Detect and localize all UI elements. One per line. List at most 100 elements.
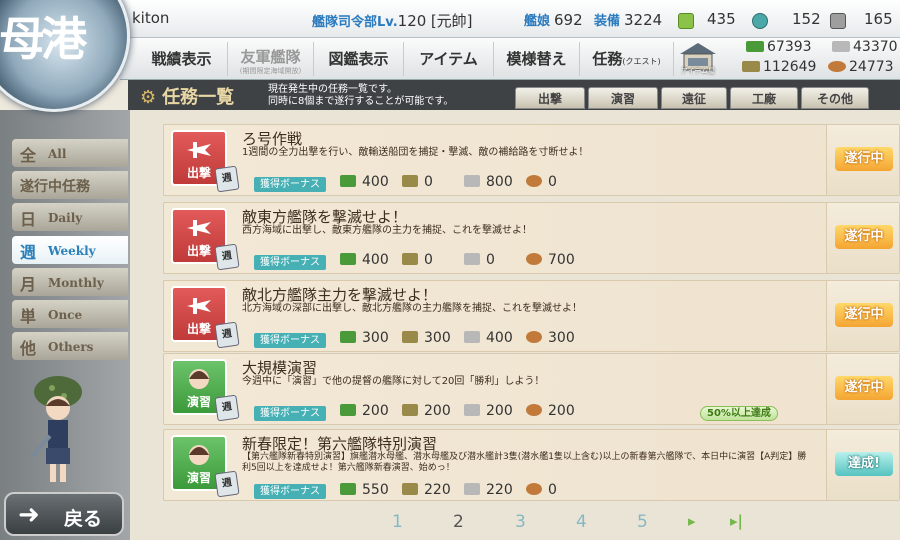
rank-value: [元帥] <box>430 12 473 30</box>
admiral-name: kiton <box>132 9 170 27</box>
fuel-resource: 67393 <box>746 39 812 55</box>
page-2[interactable]: 2 <box>453 512 464 532</box>
page-title: ⚙ 任務一覧 <box>140 87 235 108</box>
quest-name: 新春限定！第六艦隊特別演習 <box>242 435 438 453</box>
reward-steel: 0 <box>464 252 495 268</box>
plane-icon <box>187 142 211 158</box>
reward-fuel: 300 <box>340 330 389 346</box>
quest-row[interactable]: 演習 週 大規模演習 今週中に「演習」で他の提督の艦隊に対して20回「勝利」しよ… <box>163 353 900 425</box>
quest-name: ろ号作戦 <box>242 130 303 148</box>
status-badge: 遂行中 <box>835 303 893 327</box>
weekly-badge: 週 <box>214 470 240 498</box>
quest-description: 北方海域の深部に出撃し、敵北方艦隊の主力艦隊を捕捉、これを撃滅せよ！ <box>242 303 582 314</box>
reward-ammo: 200 <box>402 403 451 419</box>
bonus-label: 獲得ボーナス <box>254 255 326 270</box>
menu-library[interactable]: 図鑑表示 <box>314 42 404 76</box>
plane-icon <box>187 298 211 314</box>
category-daily[interactable]: 日 Daily <box>12 203 128 231</box>
menu-furniture[interactable]: 模様替え <box>494 42 580 76</box>
steel-icon <box>464 253 480 265</box>
category-once[interactable]: 単 Once <box>12 300 128 328</box>
page-4[interactable]: 4 <box>576 512 587 532</box>
tab-sortie[interactable]: 出撃 <box>515 87 585 109</box>
status-badge: 遂行中 <box>835 147 893 171</box>
item-shop-button[interactable]: アイテム屋 <box>676 40 720 76</box>
bauxite-icon <box>526 331 542 343</box>
weekly-badge: 週 <box>214 394 240 422</box>
gear-icon: ⚙ <box>140 87 157 108</box>
quest-row[interactable]: 出撃 週 ろ号作戦 1週間の全力出撃を行い、敵輸送船団を捕捉・撃滅、敵の補給路を… <box>163 124 900 196</box>
quest-row[interactable]: 出撃 週 敵北方艦隊主力を撃滅せよ！ 北方海域の深部に出撃し、敵北方艦隊の主力艦… <box>163 280 900 352</box>
quest-state-cell: 遂行中 <box>826 203 899 273</box>
screw-count: 165 <box>864 10 893 28</box>
reward-fuel: 400 <box>340 252 389 268</box>
category-monthly[interactable]: 月 Monthly <box>12 268 128 296</box>
quest-row[interactable]: 演習 週 新春限定！第六艦隊特別演習 【第六艦隊新春特別演習】旗艦潜水母艦、潜水… <box>163 429 900 501</box>
bucket-count: 435 <box>707 10 736 28</box>
steel-resource: 43370 <box>832 39 898 55</box>
last-page-button[interactable]: ▸| <box>730 512 743 530</box>
fuel-icon <box>746 41 764 52</box>
ship-count: 艦娘 692 <box>524 11 583 29</box>
girl-portrait-icon <box>189 445 209 465</box>
next-page-button[interactable]: ▸ <box>688 512 696 530</box>
reward-steel: 200 <box>464 403 513 419</box>
category-weekly[interactable]: 週 Weekly <box>12 236 128 264</box>
quest-state-cell: 遂行中 <box>826 281 899 351</box>
ammo-icon <box>402 253 418 265</box>
page-5[interactable]: 5 <box>637 512 648 532</box>
reward-steel: 220 <box>464 482 513 498</box>
secretary-ship-character <box>30 376 82 482</box>
quest-row[interactable]: 出撃 週 敵東方艦隊を撃滅せよ！ 西方海域に出撃し、敵東方艦隊の主力を捕捉、これ… <box>163 202 900 274</box>
fuel-icon <box>340 175 356 187</box>
quest-name: 敵北方艦隊主力を撃滅せよ！ <box>242 286 438 304</box>
back-button[interactable]: ➜ 戻る <box>4 492 124 536</box>
fuel-icon <box>340 483 356 495</box>
reward-ammo: 220 <box>402 482 451 498</box>
menu-allied-fleet[interactable]: 友軍艦隊 (期間限定海域開放) <box>228 42 314 76</box>
reward-fuel: 200 <box>340 403 389 419</box>
equip-count: 装備 3224 <box>594 11 663 29</box>
menu-record[interactable]: 戦績表示 <box>136 42 228 76</box>
tab-other[interactable]: その他 <box>801 87 869 109</box>
bauxite-resource: 24773 <box>828 59 894 75</box>
screw-icon <box>830 11 846 30</box>
port-emblem[interactable]: 母港 <box>0 0 130 112</box>
quest-state-cell: 達成! <box>826 430 899 500</box>
tab-exercise[interactable]: 演習 <box>588 87 658 109</box>
bauxite-icon <box>526 483 542 495</box>
bonus-label: 獲得ボーナス <box>254 406 326 421</box>
status-badge: 遂行中 <box>835 225 893 249</box>
reward-steel: 800 <box>464 174 513 190</box>
devmat-count: 152 <box>792 10 821 28</box>
reward-fuel: 550 <box>340 482 389 498</box>
title-description: 現在発生中の任務一覧です。 同時に8個まで遂行することが可能です。 <box>268 84 454 107</box>
quest-state-cell: 遂行中 <box>826 125 899 195</box>
ammo-icon <box>742 61 760 72</box>
menu-quest[interactable]: 任務(クエスト) <box>580 42 674 76</box>
category-others[interactable]: 他 Others <box>12 332 128 360</box>
status-badge: 遂行中 <box>835 376 893 400</box>
bauxite-icon <box>828 61 846 72</box>
tab-arsenal[interactable]: 工廠 <box>730 87 798 109</box>
page-1[interactable]: 1 <box>392 512 403 532</box>
quest-name: 敵東方艦隊を撃滅せよ！ <box>242 208 408 226</box>
bonus-label: 獲得ボーナス <box>254 333 326 348</box>
steel-icon <box>464 331 480 343</box>
girl-portrait-icon <box>189 369 209 389</box>
level-value: 120 <box>397 12 427 30</box>
quest-name: 大規模演習 <box>242 359 318 377</box>
category-all[interactable]: 全 All <box>12 139 128 167</box>
weekly-badge: 週 <box>214 243 240 271</box>
back-arrow-icon: ➜ <box>18 500 40 530</box>
page-3[interactable]: 3 <box>515 512 526 532</box>
category-in-progress[interactable]: 遂行中任務 <box>12 171 128 199</box>
quest-description: 1週間の全力出撃を行い、敵輸送船団を捕捉・撃滅、敵の補給路を寸断せよ！ <box>242 147 589 158</box>
quest-description: 西方海域に出撃し、敵東方艦隊の主力を捕捉、これを撃滅せよ！ <box>242 225 532 236</box>
ammo-resource: 112649 <box>742 59 816 75</box>
reward-ammo: 0 <box>402 174 433 190</box>
menu-items[interactable]: アイテム <box>404 42 494 76</box>
tab-expedition[interactable]: 遠征 <box>661 87 727 109</box>
bauxite-icon <box>526 404 542 416</box>
weekly-badge: 週 <box>214 321 240 349</box>
